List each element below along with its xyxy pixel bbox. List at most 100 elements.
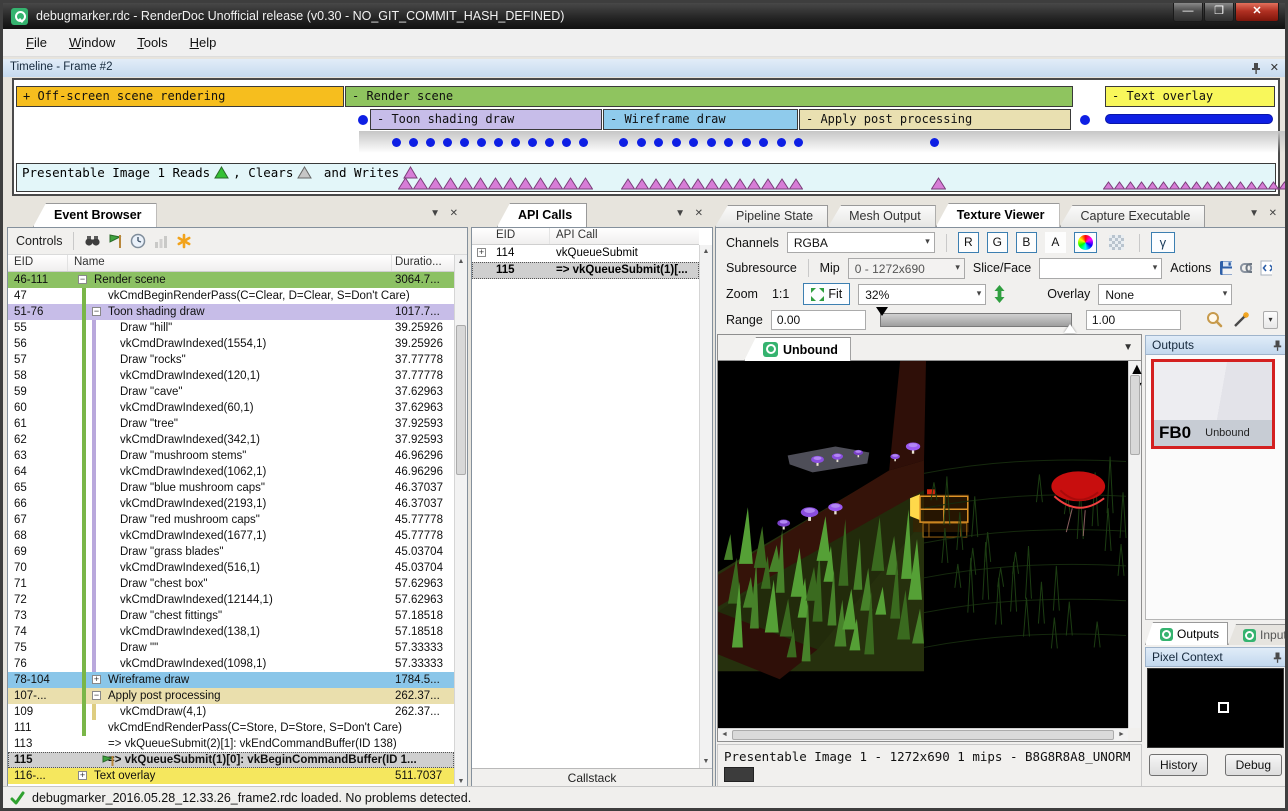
minimize-button[interactable]: — [1173, 3, 1203, 22]
fb0-thumbnail[interactable]: FB0 Unbound [1151, 359, 1275, 449]
colorwheel-button[interactable] [1074, 232, 1097, 253]
event-row[interactable]: 67Draw "red mushroom caps"45.77778 [8, 512, 454, 528]
event-row[interactable]: 65Draw "blue mushroom caps"46.37037 [8, 480, 454, 496]
event-row[interactable]: 66vkCmdDrawIndexed(2193,1)46.37037 [8, 496, 454, 512]
event-browser-close-icon[interactable]: ✕ [450, 208, 458, 219]
range-white-marker[interactable] [1064, 324, 1076, 333]
checkerboard-button[interactable] [1105, 232, 1128, 253]
range-options-spinner[interactable]: ▾ [1263, 311, 1278, 329]
tab-mesh-output[interactable]: Mesh Output [828, 205, 936, 227]
scroll-thumb[interactable] [456, 325, 466, 475]
pin-icon[interactable] [1273, 652, 1282, 663]
event-row[interactable]: 72vkCmdDrawIndexed(12144,1)57.62963 [8, 592, 454, 608]
fit-button[interactable]: Fit [803, 283, 850, 305]
event-row[interactable]: 56vkCmdDrawIndexed(1554,1)39.25926 [8, 336, 454, 352]
callstack-label[interactable]: Callstack [472, 768, 712, 788]
event-row[interactable]: 78-104+Wireframe draw1784.5... [8, 672, 454, 688]
range-min-input[interactable]: 0.00 [771, 310, 866, 330]
timeline-draw-dot[interactable] [443, 138, 452, 147]
tab-api-calls[interactable]: API Calls [497, 203, 587, 227]
event-row[interactable]: 59Draw "cave"37.62963 [8, 384, 454, 400]
save-icon[interactable] [1219, 260, 1232, 276]
event-row[interactable]: 58vkCmdDrawIndexed(120,1)37.77778 [8, 368, 454, 384]
timeline-draw-dot[interactable] [511, 138, 520, 147]
event-row[interactable]: 69Draw "grass blades"45.03704 [8, 544, 454, 560]
event-row[interactable]: 62vkCmdDrawIndexed(342,1)37.92593 [8, 432, 454, 448]
api-calls-close-icon[interactable]: ✕ [695, 208, 703, 219]
event-row[interactable]: 76vkCmdDrawIndexed(1098,1)57.33333 [8, 656, 454, 672]
timeline-draw-dot[interactable] [930, 138, 939, 147]
range-black-marker[interactable] [876, 307, 888, 316]
timeline-draws-capsule[interactable] [1105, 114, 1273, 124]
timeline-draw-dot[interactable] [494, 138, 503, 147]
timeline-close-icon[interactable]: ✕ [1270, 61, 1279, 74]
event-row[interactable]: 70vkCmdDrawIndexed(516,1)45.03704 [8, 560, 454, 576]
timeline-bar[interactable]: - Toon shading draw [370, 109, 602, 130]
event-row[interactable]: 115=> vkQueueSubmit(1)[0]: vkBeginComman… [8, 752, 454, 768]
close-button[interactable]: ✕ [1235, 3, 1279, 22]
menu-help[interactable]: Help [179, 31, 228, 54]
timeline-bar[interactable]: - Text overlay [1105, 86, 1275, 107]
zoom-1to1-button[interactable]: 1:1 [766, 285, 795, 303]
flip-y-icon[interactable] [994, 285, 1005, 303]
timeline-draw-dot[interactable] [707, 138, 716, 147]
custom-action-icon[interactable] [176, 233, 192, 249]
time-draws-icon[interactable] [130, 233, 146, 249]
tree-expander-icon[interactable]: + [477, 248, 486, 257]
timeline-draw-dot[interactable] [724, 138, 733, 147]
event-browser-scrollbar[interactable]: ▲ ▼ [454, 255, 467, 788]
timeline-draw-dot[interactable] [528, 138, 537, 147]
timeline-draw-dot[interactable] [579, 138, 588, 147]
timeline-draw-dot[interactable] [689, 138, 698, 147]
range-max-input[interactable]: 1.00 [1086, 310, 1181, 330]
event-row[interactable]: 51-76−Toon shading draw1017.7... [8, 304, 454, 320]
gamma-button[interactable]: γ [1151, 232, 1175, 253]
col-eid[interactable]: EID [8, 255, 68, 271]
timeline-draw-dot[interactable] [742, 138, 751, 147]
scroll-thumb[interactable] [732, 730, 1114, 740]
col-api-call[interactable]: API Call [550, 228, 699, 244]
autofit-magnifier-icon[interactable] [1205, 311, 1224, 329]
timeline-draw-dot[interactable] [654, 138, 663, 147]
tree-expander-icon[interactable]: − [78, 275, 87, 284]
scroll-up-icon[interactable]: ▲ [700, 245, 712, 258]
tab-capture-executable[interactable]: Capture Executable [1060, 205, 1206, 227]
scroll-left-icon[interactable]: ◄ [718, 729, 731, 741]
event-row[interactable]: 57Draw "rocks"37.77778 [8, 352, 454, 368]
event-row[interactable]: 71Draw "chest box"57.62963 [8, 576, 454, 592]
alpha-channel-button[interactable]: A [1045, 232, 1066, 253]
wand-icon[interactable] [1232, 311, 1250, 329]
timeline-draw-dot[interactable] [672, 138, 681, 147]
event-row[interactable]: 60vkCmdDrawIndexed(60,1)37.62963 [8, 400, 454, 416]
api-scrollbar[interactable]: ▲ ▼ [699, 245, 712, 768]
bookmark-flag-icon[interactable] [108, 233, 123, 249]
green-channel-button[interactable]: G [987, 232, 1008, 253]
range-slider[interactable] [880, 313, 1072, 327]
event-row[interactable]: 64vkCmdDrawIndexed(1062,1)46.96296 [8, 464, 454, 480]
timeline-draw-dot[interactable] [794, 138, 803, 147]
timeline-bar[interactable]: - Wireframe draw [603, 109, 798, 130]
timeline-draw-dot[interactable] [777, 138, 786, 147]
event-row[interactable]: 116-...+Text overlay511.7037 [8, 768, 454, 784]
timeline-draw-dot[interactable] [409, 138, 418, 147]
timeline-bar[interactable]: - Render scene [345, 86, 1073, 107]
maximize-button[interactable]: ❐ [1204, 3, 1234, 22]
scroll-thumb[interactable] [1130, 375, 1140, 455]
debug-button[interactable]: Debug [1225, 754, 1282, 776]
col-name[interactable]: Name [68, 255, 392, 271]
event-row[interactable]: 61Draw "tree"37.92593 [8, 416, 454, 432]
channels-select[interactable]: RGBA [787, 232, 935, 253]
col-api-eid[interactable]: EID [472, 228, 550, 244]
tab-unbound[interactable]: Unbound [744, 337, 851, 361]
event-row[interactable]: 55Draw "hill"39.25926 [8, 320, 454, 336]
event-row[interactable]: 107-...−Apply post processing262.37... [8, 688, 454, 704]
api-call-row[interactable]: 115=> vkQueueSubmit(1)[... [472, 262, 699, 279]
event-row[interactable]: 47vkCmdBeginRenderPass(C=Clear, D=Clear,… [8, 288, 454, 304]
timeline-marker-dot[interactable] [1080, 115, 1090, 125]
timeline-bar[interactable]: + Off-screen scene rendering [16, 86, 344, 107]
timeline-marker-dot[interactable] [358, 115, 368, 125]
pin-icon[interactable] [1273, 340, 1282, 351]
scroll-right-icon[interactable]: ► [1115, 729, 1128, 741]
tab-pipeline-state[interactable]: Pipeline State [715, 205, 828, 227]
open-link-icon[interactable] [1240, 260, 1253, 276]
